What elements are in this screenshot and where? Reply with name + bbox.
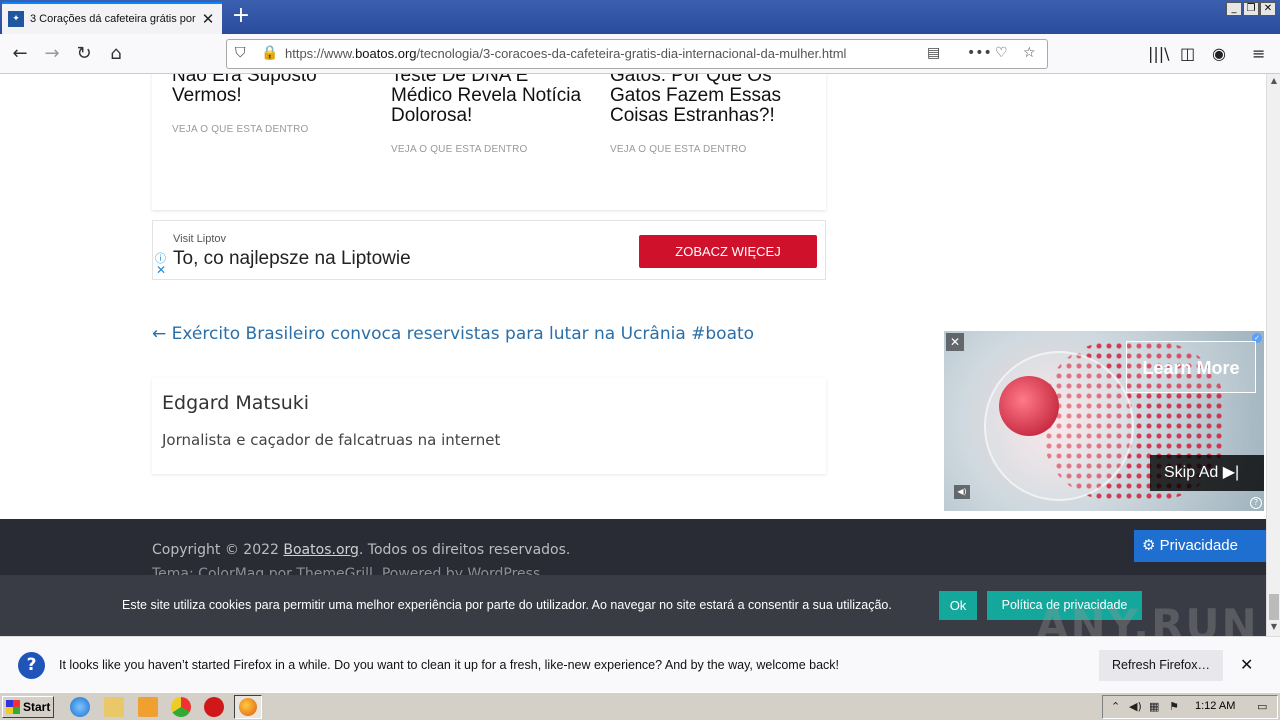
ad-headline[interactable]: To, co najlepsze na Liptowie (173, 248, 411, 270)
scroll-down-icon[interactable]: ▼ (1268, 622, 1280, 634)
author-box: Edgard Matsuki Jornalista e caçador de f… (152, 378, 826, 474)
url-text[interactable]: https://www.boatos.org/tecnologia/3-cora… (285, 46, 846, 61)
shield-icon[interactable]: ⛉ (235, 45, 246, 61)
windows-taskbar: Start ⌃ ◀) ▦ ⚑ 1:12 AM ▭ (0, 692, 1280, 720)
window-controls: _ ❐ ✕ (1226, 2, 1276, 16)
reader-view-icon[interactable]: ▤ (927, 45, 940, 61)
more-actions-icon[interactable]: ••• (967, 45, 992, 61)
network-icon[interactable]: ▦ (1149, 700, 1159, 713)
page-content: Não Era Suposto Vermos! VEJA O QUE ESTA … (0, 74, 1266, 636)
related-link[interactable]: VEJA O QUE ESTA DENTRO (610, 144, 810, 155)
reload-icon[interactable]: ↻ (70, 40, 98, 68)
learn-more-button[interactable]: Learn More (1126, 341, 1256, 393)
related-link[interactable]: VEJA O QUE ESTA DENTRO (391, 144, 591, 155)
related-item[interactable]: Não Era Suposto Vermos! VEJA O QUE ESTA … (172, 74, 372, 135)
show-desktop-icon[interactable]: ▭ (1257, 700, 1267, 713)
question-icon: ? (18, 652, 45, 679)
forward-icon[interactable]: → (38, 40, 66, 68)
menu-icon[interactable]: ≡ (1252, 44, 1265, 63)
firefox-notification-bar: ? It looks like you haven’t started Fire… (0, 636, 1280, 692)
close-window-button[interactable]: ✕ (1260, 2, 1276, 16)
notification-text: It looks like you haven’t started Firefo… (59, 658, 840, 672)
previous-post-link[interactable]: ← Exército Brasileiro convoca reservista… (152, 324, 754, 344)
author-name: Edgard Matsuki (162, 392, 310, 414)
windows-logo-icon (6, 700, 20, 714)
ie-icon[interactable] (70, 697, 90, 717)
author-bio: Jornalista e caçador de falcatruas na in… (162, 431, 501, 449)
system-tray: ⌃ ◀) ▦ ⚑ 1:12 AM ▭ (1102, 695, 1278, 719)
ad-banner[interactable]: ⓘ ✕ Visit Liptov To, co najlepsze na Lip… (152, 220, 826, 280)
clock[interactable]: 1:12 AM (1195, 700, 1235, 712)
related-title[interactable]: Não Era Suposto Vermos! (172, 74, 372, 106)
related-posts: Não Era Suposto Vermos! VEJA O QUE ESTA … (152, 74, 826, 210)
mute-icon[interactable]: ◀) (954, 485, 970, 499)
video-ad[interactable]: ✕ ✓ Learn More Skip Ad ▶| ◀) ? (944, 331, 1264, 511)
tray-expand-icon[interactable]: ⌃ (1111, 700, 1120, 713)
start-button[interactable]: Start (2, 696, 54, 718)
explorer-icon[interactable] (104, 697, 124, 717)
start-label: Start (23, 700, 51, 714)
scroll-thumb[interactable] (1269, 594, 1279, 620)
browser-tab[interactable]: ✦ 3 Corações dá cafeteira grátis por ✕ (2, 2, 222, 34)
related-item[interactable]: Teste De DNA E Médico Revela Notícia Dol… (391, 74, 591, 155)
minimize-button[interactable]: _ (1226, 2, 1242, 16)
tab-close-icon[interactable]: ✕ (200, 10, 216, 28)
scroll-up-icon[interactable]: ▲ (1268, 76, 1280, 88)
sidebar-icon[interactable]: ◫ (1180, 44, 1195, 63)
related-title[interactable]: Gatos: Por Que Os Gatos Fazem Essas Cois… (610, 74, 810, 126)
privacy-settings-button[interactable]: ⚙ Privacidade (1134, 530, 1266, 562)
home-icon[interactable]: ⌂ (102, 40, 130, 68)
lock-icon[interactable]: 🔒 (261, 45, 278, 61)
notification-close-icon[interactable]: ✕ (1240, 655, 1253, 674)
new-tab-button[interactable]: + (228, 4, 254, 30)
navigation-toolbar: ← → ↻ ⌂ ⛉ 🔒 https://www.boatos.org/tecno… (0, 34, 1280, 74)
ad-close-icon[interactable]: ✕ (156, 263, 166, 277)
video-ad-close-icon[interactable]: ✕ (946, 333, 964, 351)
help-icon[interactable]: ? (1250, 497, 1262, 509)
related-link[interactable]: VEJA O QUE ESTA DENTRO (172, 124, 372, 135)
title-bar: ✦ 3 Corações dá cafeteira grátis por ✕ +… (0, 0, 1280, 34)
cookie-message: Este site utiliza cookies para permitir … (122, 598, 892, 612)
url-bar[interactable]: ⛉ 🔒 https://www.boatos.org/tecnologia/3-… (226, 39, 1048, 69)
chrome-icon[interactable] (171, 697, 191, 717)
action-center-icon[interactable]: ⚑ (1169, 700, 1179, 713)
media-player-icon[interactable] (138, 697, 158, 717)
back-icon[interactable]: ← (6, 40, 34, 68)
page-scrollbar[interactable]: ▲ ▼ (1266, 74, 1280, 636)
volume-icon[interactable]: ◀) (1129, 700, 1142, 713)
related-item[interactable]: Gatos: Por Que Os Gatos Fazem Essas Cois… (610, 74, 810, 155)
tab-title: 3 Corações dá cafeteira grátis por (30, 13, 196, 25)
footer-site-link[interactable]: Boatos.org (283, 542, 359, 558)
restore-button[interactable]: ❐ (1243, 2, 1259, 16)
ad-advertiser: Visit Liptov (173, 233, 226, 245)
pocket-icon[interactable]: ♡ (995, 45, 1008, 61)
firefox-taskbar-button[interactable] (234, 695, 262, 719)
firefox-icon (239, 698, 257, 716)
site-favicon-icon: ✦ (8, 11, 24, 27)
related-title[interactable]: Teste De DNA E Médico Revela Notícia Dol… (391, 74, 591, 126)
skip-ad-button[interactable]: Skip Ad ▶| (1150, 455, 1264, 491)
opera-icon[interactable] (204, 697, 224, 717)
refresh-firefox-button[interactable]: Refresh Firefox… (1099, 650, 1223, 681)
pomegranate-image (999, 376, 1059, 436)
bookmark-star-icon[interactable]: ☆ (1023, 45, 1036, 61)
copyright-text: Copyright © 2022 Boatos.org. Todos os di… (152, 542, 571, 558)
library-icon[interactable]: |||\ (1148, 44, 1170, 63)
account-icon[interactable]: ◉ (1212, 44, 1226, 63)
cookie-ok-button[interactable]: Ok (939, 591, 977, 620)
ad-cta-button[interactable]: ZOBACZ WIĘCEJ (639, 235, 817, 268)
